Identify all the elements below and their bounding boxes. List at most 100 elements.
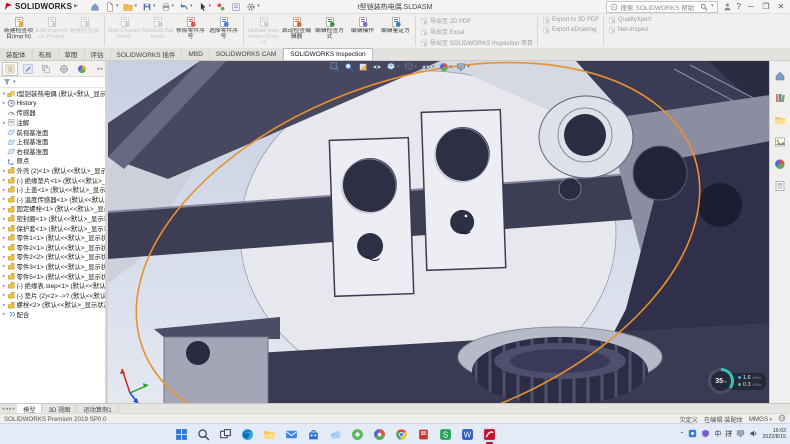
select-button[interactable]: ▾ (198, 2, 212, 12)
tab-scroll-button[interactable]: ◂ (2, 406, 5, 412)
minimize-button[interactable]: ─ (746, 2, 756, 12)
close-button[interactable]: ✕ (776, 2, 786, 12)
tree-item[interactable]: 上视基准面 (1, 137, 105, 147)
tree-item[interactable]: ▸零件2<2> (默认<<默认>_显示状态 (1, 252, 105, 262)
view-palette-tab[interactable] (774, 135, 786, 153)
ribbon-button[interactable]: 启动检查编辑器 (280, 15, 313, 47)
tray-expand-chevron[interactable]: ⌃ (679, 431, 684, 438)
file-explorer-icon[interactable] (262, 427, 277, 442)
tray-app-blue-icon[interactable] (688, 429, 697, 440)
menu-expand-arrow[interactable]: ▶ (74, 4, 78, 9)
annotation-view-button[interactable] (372, 62, 382, 72)
panel-tab-scroll-arrows[interactable]: ◂ ▸ (97, 66, 103, 72)
color-wheel-app-icon[interactable] (372, 427, 387, 442)
ribbon-button[interactable]: 编辑鉴定方 (379, 15, 412, 47)
ribbon-button[interactable]: 选择零件序号 (207, 15, 240, 47)
tree-item[interactable]: ▸零件5<1> (默认<<默认>_显示状态 (1, 271, 105, 281)
dropdown-caret-icon[interactable]: ▾ (432, 65, 435, 70)
solidworks-logo[interactable]: SOLIDWORKS ▶ (0, 2, 82, 11)
zoom-fit-button[interactable] (330, 62, 340, 72)
filter-caret-icon[interactable]: ▾ (13, 80, 16, 85)
tab-scroll-button[interactable]: ▸ (13, 406, 16, 412)
panel-tab-displaymanager[interactable] (74, 62, 90, 76)
chrome-icon[interactable] (394, 427, 409, 442)
task-view-button[interactable] (218, 427, 233, 442)
tab-scroll-button[interactable]: ◂ (6, 406, 9, 412)
hide-show-button[interactable]: ▾ (421, 62, 435, 72)
start-button[interactable] (174, 427, 189, 442)
search-caret-icon[interactable]: ▾ (711, 4, 714, 9)
home-button[interactable] (90, 2, 100, 12)
dropdown-caret-icon[interactable]: ▾ (397, 65, 400, 70)
tree-item[interactable]: 前视基准面 (1, 127, 105, 137)
search-box[interactable]: 搜索 SOLIDWORKS 帮助 ▾ (606, 1, 718, 13)
dropdown-caret-icon[interactable]: ▾ (116, 4, 119, 9)
tree-item[interactable]: ▸(-) 绝缘表.step<1> (默认<<默认> (1, 281, 105, 291)
tree-item[interactable]: ▸外壳 (2)<1> (默认<<默认>_显示状 (1, 166, 105, 176)
reader-app-icon[interactable] (416, 427, 431, 442)
ribbon-button[interactable]: 新建检查项目(imp:N) (2, 15, 35, 47)
edit-appearance-button[interactable]: ▾ (439, 62, 453, 72)
app-green-icon[interactable] (350, 427, 365, 442)
tree-item[interactable]: ▸History (1, 99, 105, 109)
tree-item[interactable]: ▸零件2<1> (默认<<默认>_显示状态 (1, 243, 105, 253)
undo-button[interactable]: ▾ (179, 2, 193, 12)
file-explorer-tab[interactable] (774, 113, 786, 131)
zoom-area-button[interactable] (344, 62, 354, 72)
ribbon-tab-solidworks-插件[interactable]: SOLIDWORKS 插件 (111, 48, 183, 60)
tree-item[interactable]: ▸(-) 温度传感器<1> (默认<<默认>_ (1, 195, 105, 205)
dropdown-caret-icon[interactable]: ▾ (172, 4, 175, 9)
model-boss-small-hole[interactable] (559, 178, 581, 200)
ribbon-button[interactable]: 移除零件序号 (174, 15, 207, 47)
model-right-hole-1[interactable] (633, 146, 687, 200)
tree-item[interactable]: ▸密封圈<1> (默认<<默认>_显示状 (1, 214, 105, 224)
tree-filter-row[interactable]: ▾ (0, 77, 105, 88)
search-button[interactable] (196, 427, 211, 442)
model-right-plate[interactable] (421, 110, 505, 271)
solidworks-icon[interactable] (482, 427, 497, 442)
dropdown-caret-icon[interactable]: ▾ (190, 4, 193, 9)
view-settings-button[interactable]: ▾ (456, 62, 470, 72)
file-properties-button[interactable] (231, 2, 241, 12)
ribbon-tab-装配体[interactable]: 装配体 (0, 48, 33, 60)
new-file-button[interactable]: ▾ (105, 2, 119, 12)
model-right-hole-2[interactable] (698, 183, 742, 227)
tree-item[interactable]: 右视基准面 (1, 147, 105, 157)
model-left-plate[interactable] (329, 138, 413, 297)
filter-funnel-icon[interactable] (3, 78, 11, 86)
search-icon[interactable] (700, 3, 708, 11)
tree-item[interactable]: ▸零件1<1> (默认<<默认>_显示状态 (1, 233, 105, 243)
model-bottom-left-block[interactable] (164, 337, 268, 404)
tree-item[interactable]: ▸(-) 绝缘垫片<1> (默认<<默认>_显 (1, 175, 105, 185)
ribbon-button[interactable]: 编辑检查方式 (313, 15, 346, 47)
rebuild-button[interactable] (216, 2, 226, 12)
tree-item[interactable]: ▸(-) 上盖<1> (默认<<默认>_显示状 (1, 185, 105, 195)
display-tray-icon[interactable] (736, 429, 745, 440)
help-button[interactable]: ? (737, 2, 741, 11)
tree-item[interactable]: ▾t型铠装热电偶 (默认<默认_显示状态-1> (1, 89, 105, 99)
appearances-tab[interactable] (774, 157, 786, 175)
taskbar-clock[interactable]: 16:032022/8/15 (762, 428, 788, 440)
volume-icon[interactable] (749, 429, 758, 440)
ribbon-tab-布局[interactable]: 布局 (33, 48, 59, 60)
word-app-icon[interactable]: W (460, 427, 475, 442)
restore-button[interactable]: ❐ (761, 2, 771, 12)
print-button[interactable]: ▾ (161, 2, 175, 12)
panel-tab-propertymanager[interactable] (20, 62, 36, 76)
section-view-button[interactable] (358, 62, 368, 72)
ribbon-tab-solidworks-inspection[interactable]: SOLIDWORKS Inspection (283, 48, 373, 60)
dropdown-caret-icon[interactable]: ▾ (257, 4, 260, 9)
dropdown-caret-icon[interactable]: ▾ (768, 417, 772, 423)
tree-item[interactable]: ▸配合 (1, 310, 105, 320)
panel-tab-dimxpertmanager[interactable] (56, 62, 72, 76)
dropdown-caret-icon[interactable]: ▾ (209, 4, 212, 9)
ribbon-tab-mbd[interactable]: MBD (182, 48, 209, 60)
view-orientation-button[interactable]: ▾ (386, 62, 400, 72)
save-button[interactable]: ▾ (142, 2, 156, 12)
status-item[interactable]: MMGS ▾ (749, 416, 772, 423)
dropdown-caret-icon[interactable]: ▾ (134, 4, 137, 9)
ribbon-tab-评估[interactable]: 评估 (85, 48, 111, 60)
tree-item[interactable]: 原点 (1, 156, 105, 166)
wps-icon[interactable]: S (438, 427, 453, 442)
model-boss-hole[interactable] (564, 114, 606, 156)
